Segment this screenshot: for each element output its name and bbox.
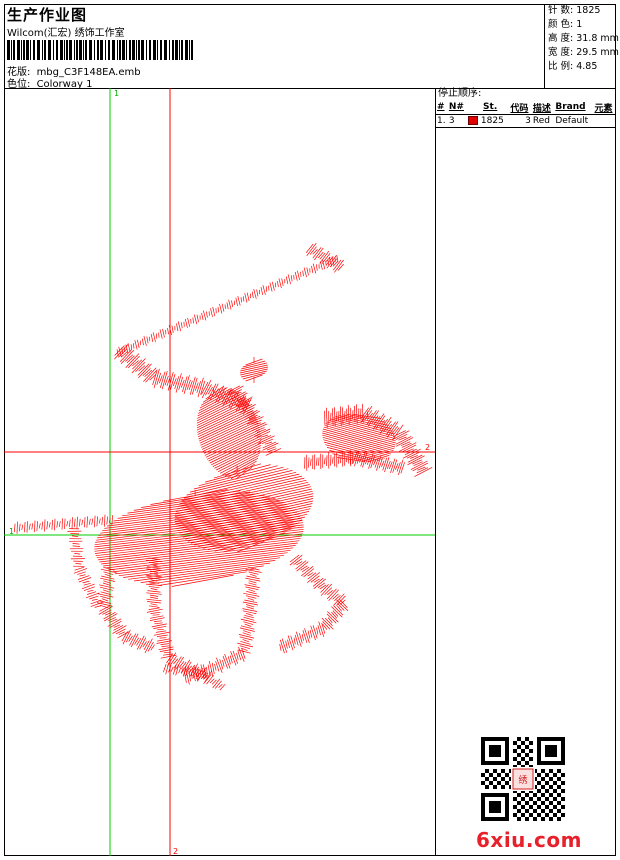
- design-width: 宽 度: 29.5 mm: [548, 47, 619, 58]
- row-description: Red: [532, 116, 550, 126]
- stop-sequence-table: # N# St. 代码 描述 Brand 元素 1. 3 1825 3 Red …: [436, 100, 616, 128]
- worksheet-header: 生产作业图 Wilcom(汇宏) 绣饰工作室 花版: mbg_C3F148EA.…: [4, 4, 619, 90]
- table-row[interactable]: 1. 3 1825 3 Red Default: [436, 115, 616, 128]
- page-title: 生产作业图: [7, 6, 88, 24]
- col-brand: Brand: [555, 102, 586, 112]
- polo-player-stitches: [13, 242, 433, 691]
- guide-label-right: 2: [425, 443, 430, 452]
- row-stitches-cell: 1825: [467, 115, 509, 128]
- col-description: 描述: [532, 103, 551, 114]
- row-index: 1.: [437, 116, 446, 126]
- design-scale: 比 例: 4.85: [548, 61, 598, 72]
- guide-label-bottom: 2: [173, 847, 178, 856]
- color-count: 颜 色: 1: [548, 19, 583, 30]
- design-stats: 针 数: 1825 颜 色: 1 高 度: 31.8 mm 宽 度: 29.5 …: [544, 4, 619, 88]
- row-needle: 3: [448, 116, 455, 126]
- embroidery-preview: 1 2 2 1: [4, 88, 435, 856]
- col-stitches: St.: [483, 102, 498, 112]
- guide-label-left: 1: [9, 527, 14, 536]
- stop-sequence-title: 停止顺序:: [438, 88, 482, 99]
- svg-text:绣: 绣: [518, 774, 527, 786]
- col-needle: N#: [448, 102, 464, 112]
- col-index: #: [437, 102, 445, 112]
- row-code: 3: [525, 116, 531, 126]
- company-name: Wilcom(汇宏) 绣饰工作室: [7, 28, 125, 39]
- guide-label-top: 1: [114, 89, 119, 98]
- col-element: 元素: [594, 103, 613, 114]
- color-swatch: [468, 116, 479, 125]
- col-code: 代码: [510, 103, 529, 114]
- design-canvas[interactable]: 1 2 2 1: [4, 88, 436, 856]
- row-element: [593, 115, 616, 128]
- watermark-logo: 6xiu.com: [476, 828, 582, 852]
- qr-code-icon: 绣: [481, 737, 565, 821]
- stop-sequence-panel: 停止顺序: # N# St. 代码 描述 Brand 元素 1. 3 1825 …: [436, 88, 616, 856]
- barcode-image: [7, 40, 193, 60]
- stitch-count: 针 数: 1825: [548, 5, 601, 16]
- row-stitches: 1825: [480, 116, 504, 126]
- row-brand: Default: [555, 116, 589, 126]
- design-height: 高 度: 31.8 mm: [548, 33, 619, 44]
